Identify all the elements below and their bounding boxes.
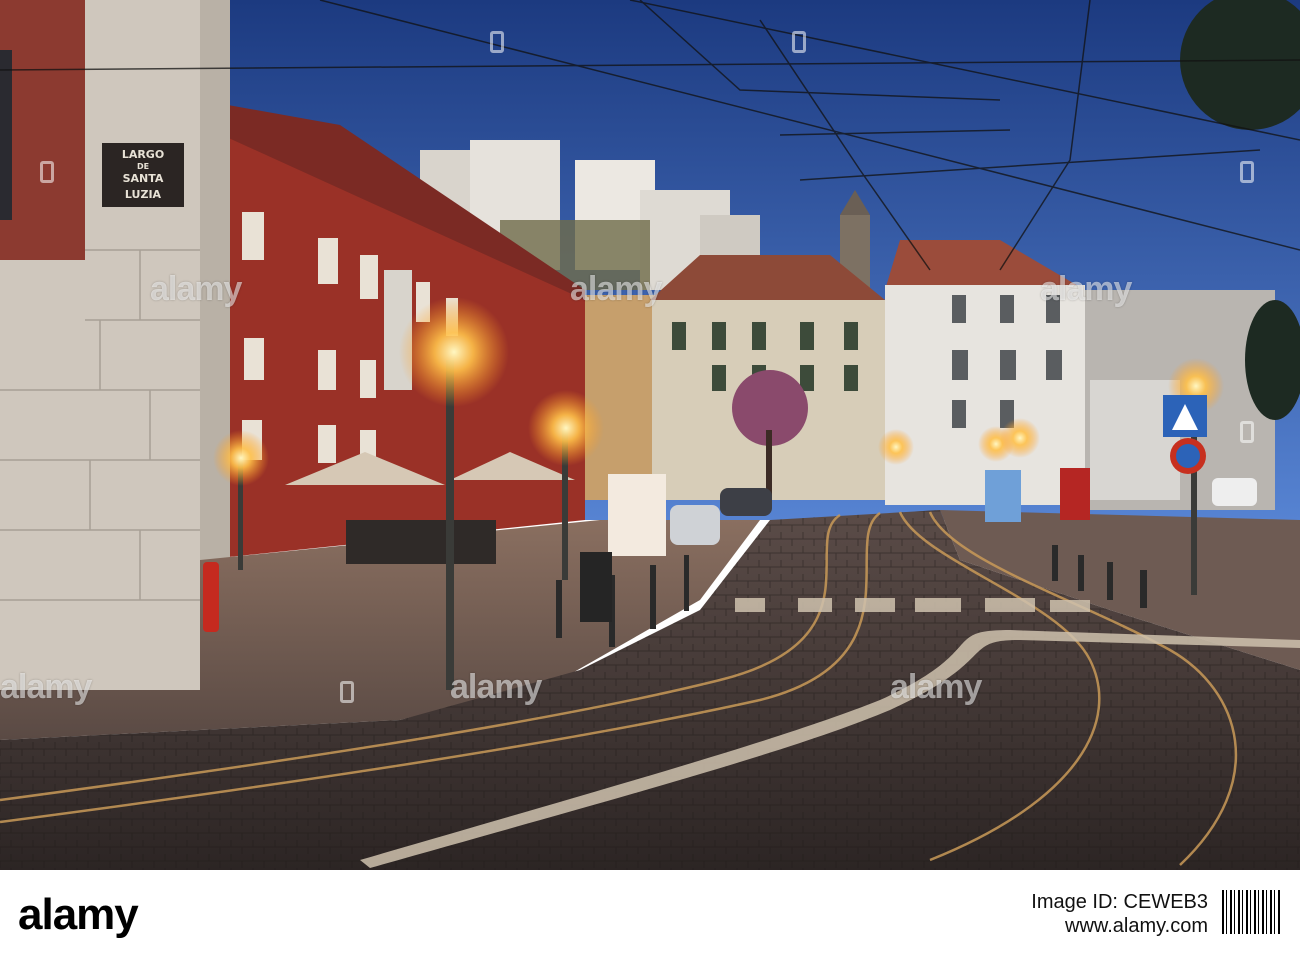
fire-hydrant [203,562,219,632]
site-url[interactable]: www.alamy.com [1031,914,1208,938]
sign-line: DE [136,162,150,171]
watermark-mark-icon [340,681,354,703]
sign-line: LUZIA [124,188,162,201]
ad-kiosk-right [985,470,1021,522]
left-building [0,0,230,690]
watermark-mark-icon [1240,421,1254,443]
watermark-mark-icon [40,161,54,183]
image-id: Image ID: CEWEB3 [1031,891,1208,913]
street-photo: LARGO DE SANTA LUZIA alamy alamy alamy a… [0,0,1300,870]
watermark-mark-icon [490,31,504,53]
sign-line: LARGO [121,148,165,161]
footer-bar: alamy Image ID: CEWEB3 www.alamy.com [0,870,1300,959]
watermark-mark-icon [792,31,806,53]
street-name-sign: LARGO DE SANTA LUZIA [104,147,182,205]
trash-bin [580,552,612,622]
watermark-mark-icon [1240,161,1254,183]
ad-kiosk-left [608,474,666,556]
sign-line: SANTA [122,172,164,185]
image-id-block: Image ID: CEWEB3 www.alamy.com [1031,890,1208,938]
barcode-icon [1222,890,1282,934]
alamy-logo[interactable]: alamy [18,890,139,940]
red-kiosk [1060,468,1090,520]
photo-scene [0,0,1300,870]
